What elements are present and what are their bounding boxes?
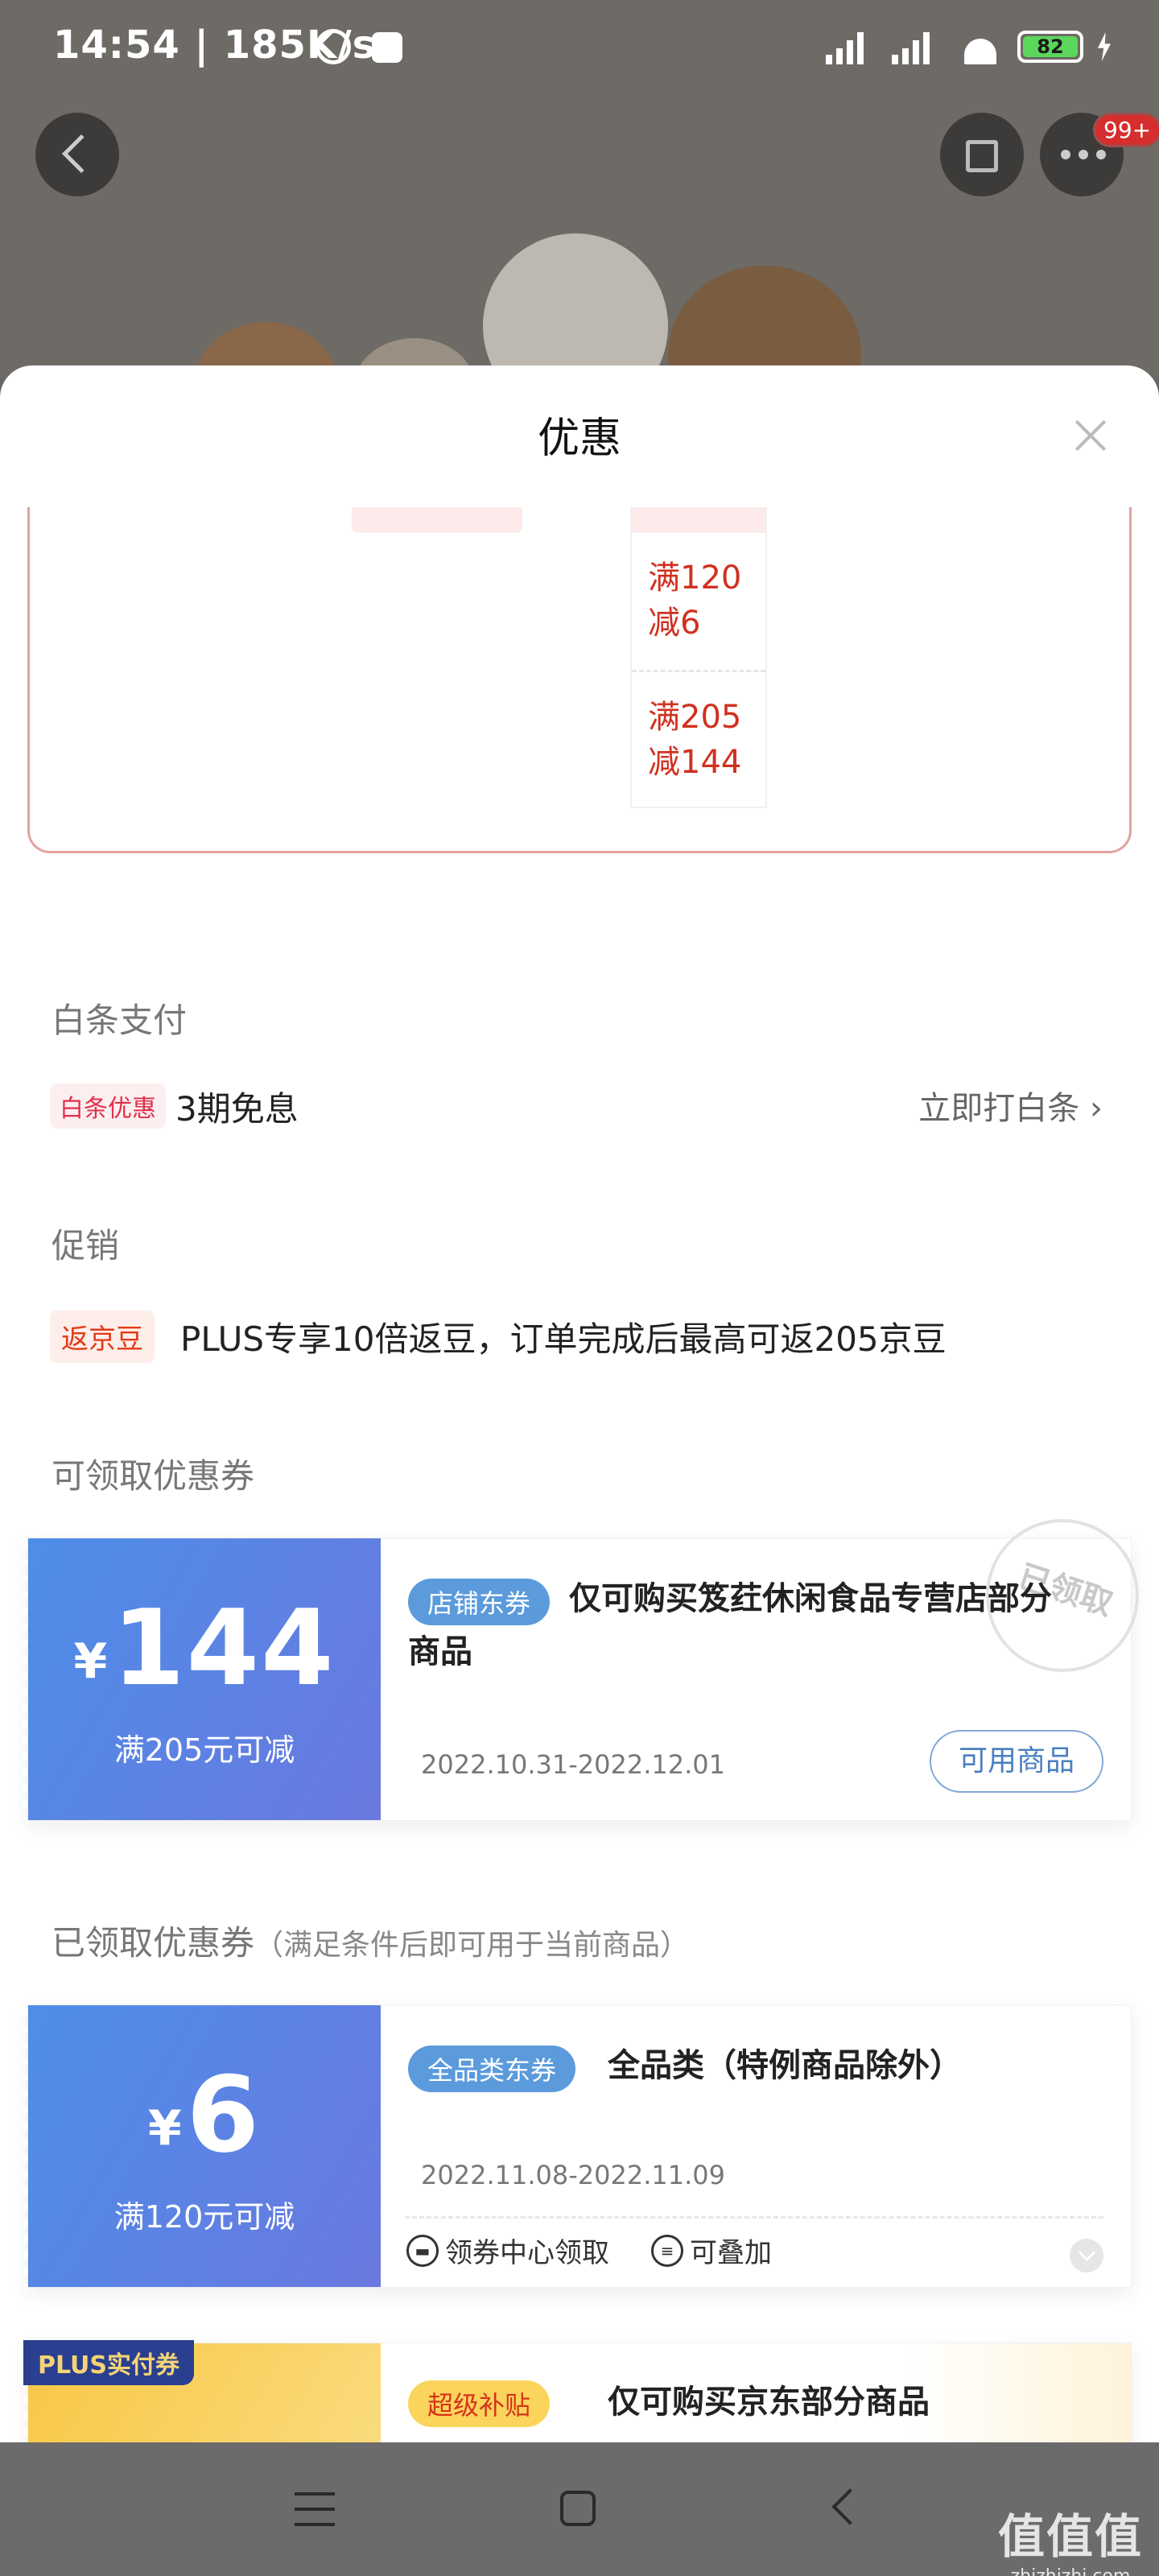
share-button[interactable] [940,113,1024,196]
more-icon [1061,150,1106,159]
back-button[interactable] [35,113,119,196]
promo-section-title: 促销 [52,1226,120,1265]
product-image-fragment [668,266,861,378]
table-header-cell [352,507,522,533]
coupon-card[interactable]: ¥144 满205元可减 已领取 店铺东券 仅可购买笈荭休闲食品专营店部分商品 … [23,1519,1139,1821]
coupon-card[interactable]: PLUS实付券 超级补贴 仅可购买京东部分商品 [23,2340,1132,2442]
alarm-icon [316,29,351,64]
baitiao-link[interactable]: 立即打白条 › [918,1082,1103,1129]
available-coupons-title: 可领取优惠券 [52,1456,255,1496]
offers-sheet: 优惠 满120 减6 满205 减144 白条支付 白条优惠 3期免息 立即打白… [0,365,1159,2442]
price-tier-row: 满205 减144 [632,670,765,807]
coupon-amount-panel: ¥144 满205元可减 [23,1538,381,1820]
coupon-amount: ¥6 [28,2054,381,2176]
divider [405,2216,1103,2219]
coupon-amount-value: 6 [186,2054,262,2176]
received-coupons-note: （满足条件后即可用于当前商品） [254,1929,690,1962]
eligible-products-button[interactable]: 可用商品 [930,1730,1103,1793]
watermark-logo: 值值值 [997,2509,1143,2564]
table-header-cell [632,507,765,533]
watermark: 值值值 zhizhizhi.com [998,2499,1143,2576]
status-indicators: 82 [826,29,1111,64]
price-tier-table: 满120 减6 满205 减144 [27,507,1132,853]
coupon-dates: 2022.10.31-2022.12.01 [421,1749,725,1780]
product-image-fragment [483,233,668,378]
promo-tag: 返京豆 [50,1311,155,1363]
watermark-url: zhizhizhi.com [998,2566,1143,2576]
baitiao-text: 3期免息 [175,1089,299,1129]
coupon-amount: ¥144 [28,1587,381,1709]
coupon-dates: 2022.11.08-2022.11.09 [421,2160,725,2190]
baitiao-tag: 白条优惠 [50,1084,166,1129]
coupon-description: 仅可购买京东部分商品 [608,2384,930,2421]
currency-symbol: ¥ [73,1633,108,1690]
back-icon [61,134,101,174]
system-back-button[interactable] [831,2488,868,2525]
coupon-condition: 满120元可减 [113,2199,295,2235]
plus-coupon-tag: PLUS实付券 [23,2340,195,2385]
promo-text: PLUS专享10倍返豆，订单完成后最高可返205京豆 [180,1319,947,1359]
battery-level: 82 [1023,36,1078,57]
baitiao-link-label: 立即打白条 [918,1090,1080,1127]
app-notification-icon [372,32,402,63]
coupon-type-tag: 全品类东券 [408,2046,576,2092]
received-coupons-title: 已领取优惠券（满足条件后即可用于当前商品） [52,1916,689,1965]
coupon-amount-panel: ¥6 满120元可减 [23,2005,381,2287]
price-tier-row: 满120 减6 [648,559,742,642]
coupon-source: ▬ 领券中心领取 [406,2231,609,2270]
battery-icon: 82 [1017,31,1083,63]
coupon-amount-value: 144 [112,1587,336,1709]
price-tier-column: 满120 减6 满205 减144 [630,507,767,808]
charging-icon [1098,32,1111,61]
system-navigation-bar: 值值值 zhizhizhi.com [0,2442,1159,2576]
coupon-description: 仅可购买笈荭休闲食品专营店部分商品 [408,1580,1052,1670]
close-button[interactable] [1070,415,1111,456]
status-bar: 14:54 | 185K/s 82 [0,0,1159,105]
coupon-type-tag: 超级补贴 [408,2380,551,2427]
expand-button[interactable] [1070,2239,1103,2273]
message-count-badge: 99+ [1093,113,1159,147]
ticket-icon: ▬ [406,2234,439,2267]
coupon-source-label: 领券中心领取 [445,2237,609,2269]
received-coupons-title-text: 已领取优惠券 [52,1923,255,1963]
sheet-title: 优惠 [537,415,621,463]
coupon-card[interactable]: ¥6 满120元可减 全品类东券 全品类（特例商品除外） 2022.11.08-… [23,2004,1132,2288]
signal-icon [892,29,943,64]
share-icon [966,140,998,172]
coupon-description: 全品类（特例商品除外） [608,2047,962,2084]
coupon-condition: 满205元可减 [113,1732,295,1768]
baitiao-section-title: 白条支付 [52,1001,188,1040]
stack-icon: ≡ [651,2234,683,2267]
recent-apps-button[interactable] [295,2492,335,2526]
coupon-stackable: ≡ 可叠加 [651,2231,772,2270]
currency-symbol: ¥ [147,2100,182,2157]
wifi-icon [958,29,1003,64]
coupon-stackable-label: 可叠加 [690,2237,772,2269]
chevron-right-icon: › [1090,1090,1103,1127]
home-button[interactable] [560,2491,596,2526]
signal-icon [826,29,877,64]
